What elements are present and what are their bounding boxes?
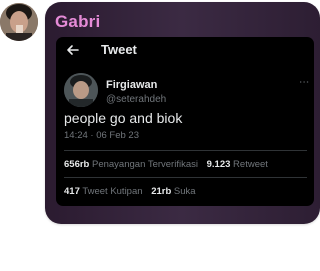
message-bubble: Gabri Tweet Firgiawan @seterahdeh ⋮ peop…	[45, 2, 320, 224]
tweet-screenshot[interactable]: Tweet Firgiawan @seterahdeh ⋮ people go …	[56, 37, 314, 206]
tweet-timestamp: 14:24 · 06 Feb 23	[64, 130, 139, 141]
views-label: Penayangan Terverifikasi	[92, 159, 198, 170]
tweet-text: people go and biok	[64, 110, 183, 126]
stats-row-views-retweets: 656rb Penayangan Terverifikasi 9.123 Ret…	[64, 159, 274, 170]
sender-avatar[interactable]	[0, 3, 38, 41]
like-label: Suka	[173, 186, 196, 197]
author-handle: @seterahdeh	[106, 94, 167, 105]
views-stat: 656rb Penayangan Terverifikasi	[64, 159, 198, 170]
author-display-name: Firgiawan	[106, 79, 158, 91]
author-avatar	[64, 73, 98, 107]
tweet-page-title: Tweet	[101, 42, 137, 57]
divider	[64, 177, 307, 178]
sender-name[interactable]: Gabri	[55, 12, 100, 32]
retweet-label: Retweet	[233, 159, 268, 170]
quote-count: 417	[64, 186, 80, 197]
quote-stat: 417 Tweet Kutipan	[64, 186, 143, 197]
views-count: 656rb	[64, 159, 90, 170]
stats-row-quotes-likes: 417 Tweet Kutipan 21rb Suka	[64, 186, 202, 197]
back-arrow-icon	[67, 45, 79, 55]
retweet-stat: 9.123 Retweet	[207, 159, 268, 170]
like-stat: 21rb Suka	[151, 186, 195, 197]
quote-label: Tweet Kutipan	[82, 186, 143, 197]
tweet-header: Tweet	[56, 37, 314, 63]
more-options-icon: ⋮	[298, 77, 309, 86]
divider	[64, 150, 307, 151]
like-count: 21rb	[151, 186, 172, 197]
retweet-count: 9.123	[206, 159, 231, 170]
